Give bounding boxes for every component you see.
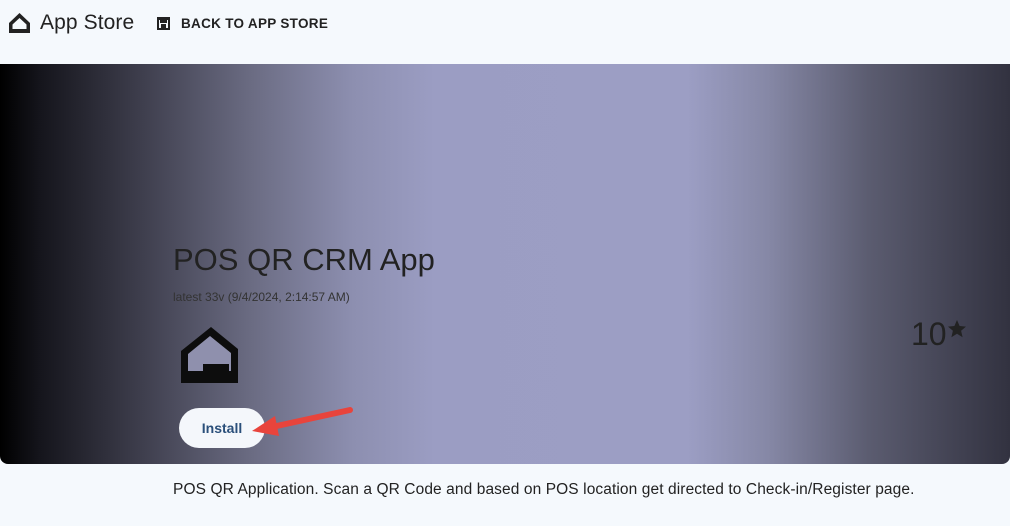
app-version: latest 33v (9/4/2024, 2:14:57 AM): [173, 290, 350, 304]
app-description: POS QR Application. Scan a QR Code and b…: [173, 481, 915, 498]
star-icon: [947, 320, 966, 338]
rating-value: 10: [911, 316, 947, 352]
store-icon: [157, 16, 170, 30]
house-logo-icon: [181, 327, 238, 383]
top-bar: App Store BACK TO APP STORE: [0, 0, 1010, 64]
brand[interactable]: App Store: [8, 10, 134, 36]
app-hero-banner: POS QR CRM App latest 33v (9/4/2024, 2:1…: [0, 64, 1010, 464]
home-icon: [9, 13, 30, 33]
app-name: POS QR CRM App: [173, 242, 435, 277]
install-button[interactable]: Install: [179, 408, 265, 448]
app-store-title: App Store: [40, 11, 135, 34]
back-to-app-store-label: BACK TO APP STORE: [181, 15, 329, 31]
app-rating: 10: [911, 316, 967, 352]
back-to-app-store-link[interactable]: BACK TO APP STORE: [156, 14, 328, 32]
